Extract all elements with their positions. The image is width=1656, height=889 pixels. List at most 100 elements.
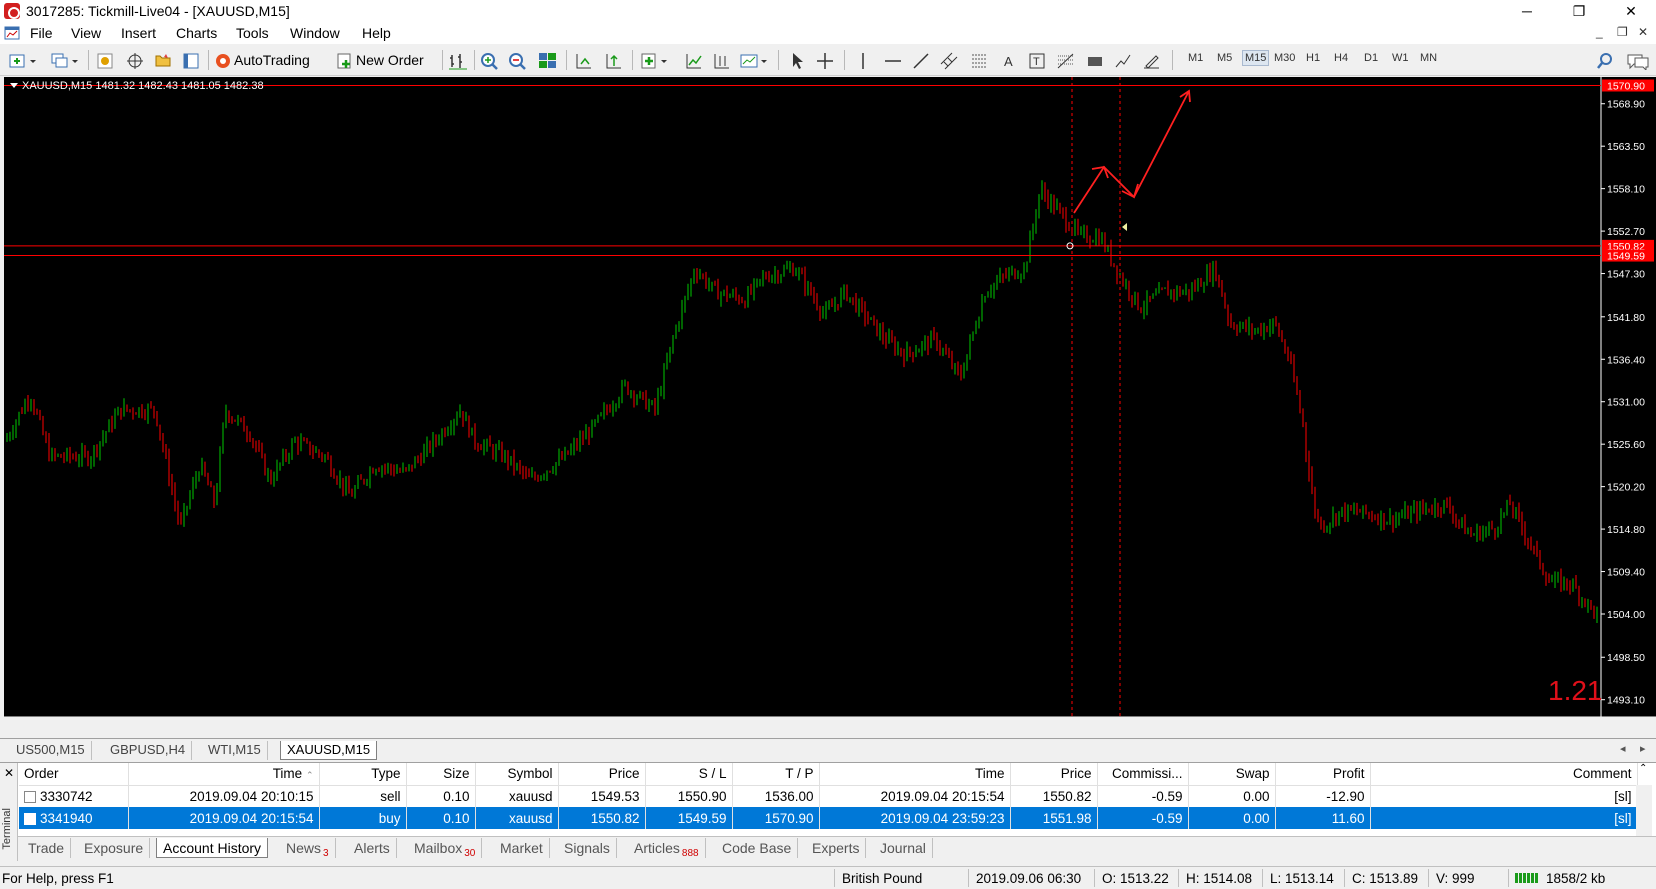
- menu-file[interactable]: File: [30, 25, 53, 41]
- equidistant-channel-icon[interactable]: [940, 49, 960, 71]
- col-close-price[interactable]: Price: [1010, 763, 1098, 786]
- chart-tab-xauusd[interactable]: XAUUSD,M15: [280, 741, 378, 760]
- chart-tab-gbpusd[interactable]: GBPUSD,H4: [104, 741, 193, 760]
- tab-scroll-right-icon[interactable]: ▸: [1640, 742, 1646, 755]
- chart-canvas[interactable]: 1570.901550.821549.59 1568.901563.501558…: [4, 77, 1656, 717]
- auto-scroll-icon[interactable]: [574, 49, 594, 71]
- timeframe-h4[interactable]: H4: [1334, 52, 1348, 64]
- close-button[interactable]: ✕: [1608, 0, 1654, 22]
- price-chart[interactable]: 1570.90 1550.82 1549.59 1568.90 1563.50 1558…: [4, 77, 1656, 717]
- cursor-icon[interactable]: [788, 49, 808, 71]
- menu-view[interactable]: View: [71, 25, 101, 41]
- tab-code-base[interactable]: Code Base: [716, 838, 799, 858]
- horizontal-line-icon[interactable]: [884, 49, 904, 71]
- connection-icon[interactable]: [1514, 871, 1542, 885]
- bar-chart-icon[interactable]: [448, 49, 468, 71]
- terminal-close-icon[interactable]: ✕: [4, 766, 14, 780]
- timeframe-w1[interactable]: W1: [1392, 52, 1409, 64]
- table-row[interactable]: 3330742 2019.09.04 20:10:15 sell 0.10 xa…: [19, 785, 1638, 807]
- crosshair-icon[interactable]: [816, 49, 836, 71]
- menu-charts[interactable]: Charts: [176, 25, 217, 41]
- text-label-icon[interactable]: T: [1028, 49, 1048, 71]
- search-icon[interactable]: [1596, 49, 1616, 71]
- restore-button[interactable]: ❐: [1556, 0, 1602, 22]
- menu-window[interactable]: Window: [290, 25, 340, 41]
- rectangle-icon[interactable]: [1086, 49, 1106, 71]
- timeframe-mn[interactable]: MN: [1420, 52, 1437, 64]
- col-open-time[interactable]: Time ⌃: [128, 763, 320, 786]
- mdi-close-button[interactable]: ✕: [1638, 25, 1648, 39]
- col-symbol[interactable]: Symbol: [475, 763, 559, 786]
- templates-button[interactable]: [740, 49, 770, 71]
- status-profile[interactable]: British Pound: [842, 871, 922, 886]
- grid-icon[interactable]: [712, 49, 732, 71]
- arrow-tool-icon[interactable]: [1114, 49, 1134, 71]
- period-separators-icon[interactable]: [684, 49, 704, 71]
- fibonacci-icon[interactable]: [970, 49, 990, 71]
- tab-exposure[interactable]: Exposure: [78, 838, 151, 858]
- market-watch-icon[interactable]: [96, 49, 116, 71]
- chart-tab-us500[interactable]: US500,M15: [10, 741, 92, 760]
- terminal-tabs: Trade Exposure Account History News 3 Ale…: [18, 836, 1656, 860]
- autotrading-button[interactable]: AutoTrading: [214, 49, 310, 71]
- trendline-icon[interactable]: [912, 49, 932, 71]
- col-swap[interactable]: Swap: [1188, 763, 1276, 786]
- indicators-button[interactable]: [640, 49, 670, 71]
- new-chart-button[interactable]: [8, 49, 38, 71]
- tab-articles[interactable]: Articles 888: [628, 838, 706, 859]
- chart-tab-wti[interactable]: WTI,M15: [202, 741, 268, 760]
- col-open-price[interactable]: Price: [558, 763, 646, 786]
- mdi-restore-button[interactable]: ❐: [1617, 25, 1628, 39]
- cell-profit: 11.60: [1275, 807, 1371, 829]
- pencil-icon[interactable]: [1142, 49, 1162, 71]
- timeframe-m30[interactable]: M30: [1274, 52, 1295, 64]
- scroll-up-icon[interactable]: ⌃: [1639, 763, 1647, 774]
- col-tp[interactable]: T / P: [732, 763, 820, 786]
- app-menu-icon[interactable]: [4, 25, 20, 41]
- new-order-button[interactable]: New Order: [336, 49, 424, 71]
- tab-mailbox[interactable]: Mailbox 30: [408, 838, 483, 859]
- chart-shift-icon[interactable]: [604, 49, 624, 71]
- terminal-icon[interactable]: [182, 49, 202, 71]
- menu-tools[interactable]: Tools: [236, 25, 269, 41]
- toolbar: AutoTrading New Order A T M1 M5 M15 M30 …: [0, 44, 1656, 76]
- cell-size: 0.10: [406, 807, 476, 829]
- vertical-line-icon[interactable]: [854, 49, 874, 71]
- tab-trade[interactable]: Trade: [22, 838, 72, 858]
- tab-scroll-left-icon[interactable]: ◂: [1620, 742, 1626, 755]
- profiles-button[interactable]: [50, 49, 80, 71]
- col-close-time[interactable]: Time: [819, 763, 1011, 786]
- navigator-icon[interactable]: [154, 49, 174, 71]
- col-comment[interactable]: Comment: [1370, 763, 1638, 786]
- tab-experts[interactable]: Experts: [806, 838, 867, 858]
- data-window-icon[interactable]: [126, 49, 146, 71]
- col-sl[interactable]: S / L: [645, 763, 733, 786]
- timeframe-d1[interactable]: D1: [1364, 52, 1378, 64]
- menu-help[interactable]: Help: [362, 25, 391, 41]
- timeframe-m15[interactable]: M15: [1242, 50, 1270, 66]
- col-commission[interactable]: Commissi...: [1097, 763, 1189, 786]
- col-size[interactable]: Size: [406, 763, 476, 786]
- timeframe-h1[interactable]: H1: [1306, 52, 1320, 64]
- menu-insert[interactable]: Insert: [121, 25, 156, 41]
- timeframe-m1[interactable]: M1: [1188, 52, 1203, 64]
- minimize-button[interactable]: ─: [1504, 0, 1550, 22]
- text-icon[interactable]: A: [1000, 49, 1020, 71]
- tab-account-history[interactable]: Account History: [156, 838, 269, 858]
- zoom-in-icon[interactable]: [480, 49, 500, 71]
- chat-icon[interactable]: [1626, 49, 1650, 72]
- timeframe-m5[interactable]: M5: [1217, 52, 1232, 64]
- col-order[interactable]: Order: [19, 763, 129, 786]
- tab-market[interactable]: Market: [494, 838, 550, 858]
- tab-news[interactable]: News 3: [280, 838, 336, 859]
- tab-journal[interactable]: Journal: [874, 838, 933, 858]
- tile-windows-icon[interactable]: [538, 49, 558, 71]
- zoom-out-icon[interactable]: [508, 49, 528, 71]
- gann-icon[interactable]: [1056, 49, 1076, 71]
- table-row[interactable]: 3341940 2019.09.04 20:15:54 buy 0.10 xau…: [19, 807, 1638, 829]
- col-type[interactable]: Type: [319, 763, 407, 786]
- tab-alerts[interactable]: Alerts: [348, 838, 397, 858]
- mdi-minimize-button[interactable]: _: [1596, 25, 1603, 39]
- tab-signals[interactable]: Signals: [558, 838, 617, 858]
- col-profit[interactable]: Profit: [1275, 763, 1371, 786]
